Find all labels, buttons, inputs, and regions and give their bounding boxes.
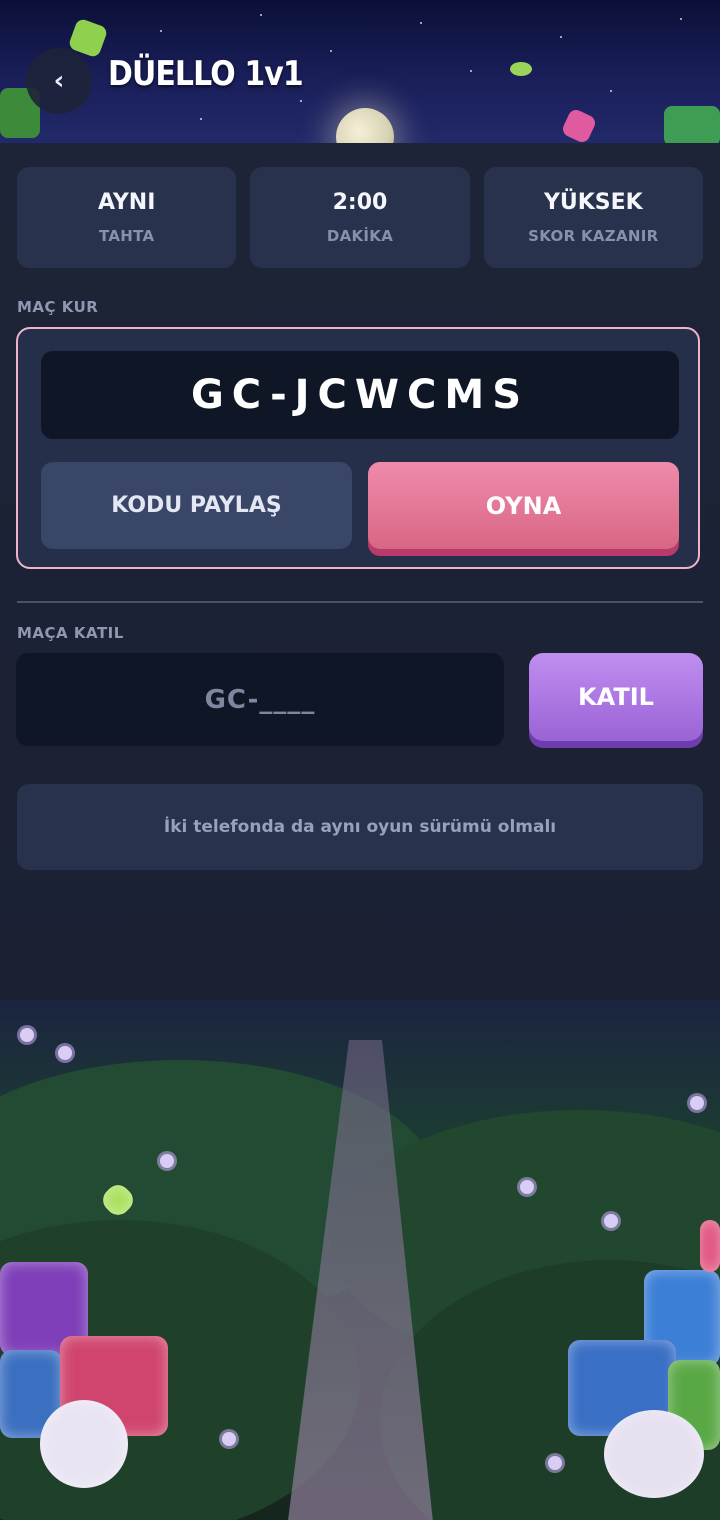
info-value: AYNI [97, 190, 156, 215]
chevron-left-icon: ‹ [53, 66, 65, 96]
info-card-board: AYNI TAHTA [17, 167, 237, 268]
share-code-button[interactable]: KODU PAYLAŞ [41, 462, 352, 549]
version-notice: İki telefonda da aynı oyun sürümü olmalı [17, 784, 703, 870]
duel-panel: AYNI TAHTA 2:00 DAKİKA YÜKSEK SKOR KAZAN… [0, 143, 720, 1000]
flower-decoration [40, 1400, 128, 1488]
gem-decoration [664, 106, 720, 145]
back-button[interactable]: ‹ [26, 48, 92, 114]
leaf-decoration [510, 62, 532, 76]
page-title: DÜELLO 1v1 [108, 54, 304, 94]
gem-decoration [700, 1220, 720, 1272]
host-section-label: MAÇ KUR [17, 298, 99, 316]
join-code-input[interactable] [16, 653, 504, 746]
moon-decoration [336, 108, 394, 145]
match-code: GC-JCWCMS [41, 351, 679, 439]
info-label: TAHTA [98, 227, 155, 245]
info-value: YÜKSEK [543, 190, 643, 215]
info-card-duration: 2:00 DAKİKA [250, 167, 470, 268]
host-match-card: GC-JCWCMS KODU PAYLAŞ OYNA [16, 327, 700, 569]
landscape-background [0, 1000, 720, 1520]
info-value: 2:00 [332, 190, 388, 215]
join-section-label: MAÇA KATIL [17, 624, 124, 642]
play-button[interactable]: OYNA [368, 462, 679, 549]
info-label: DAKİKA [326, 227, 394, 245]
rules-row: AYNI TAHTA 2:00 DAKİKA YÜKSEK SKOR KAZAN… [17, 167, 703, 268]
flower-decoration [604, 1410, 704, 1498]
info-label: SKOR KAZANIR [528, 227, 659, 245]
join-button[interactable]: KATIL [529, 653, 703, 741]
info-card-win-rule: YÜKSEK SKOR KAZANIR [483, 167, 703, 268]
section-divider [17, 601, 703, 603]
gem-decoration [560, 107, 598, 145]
